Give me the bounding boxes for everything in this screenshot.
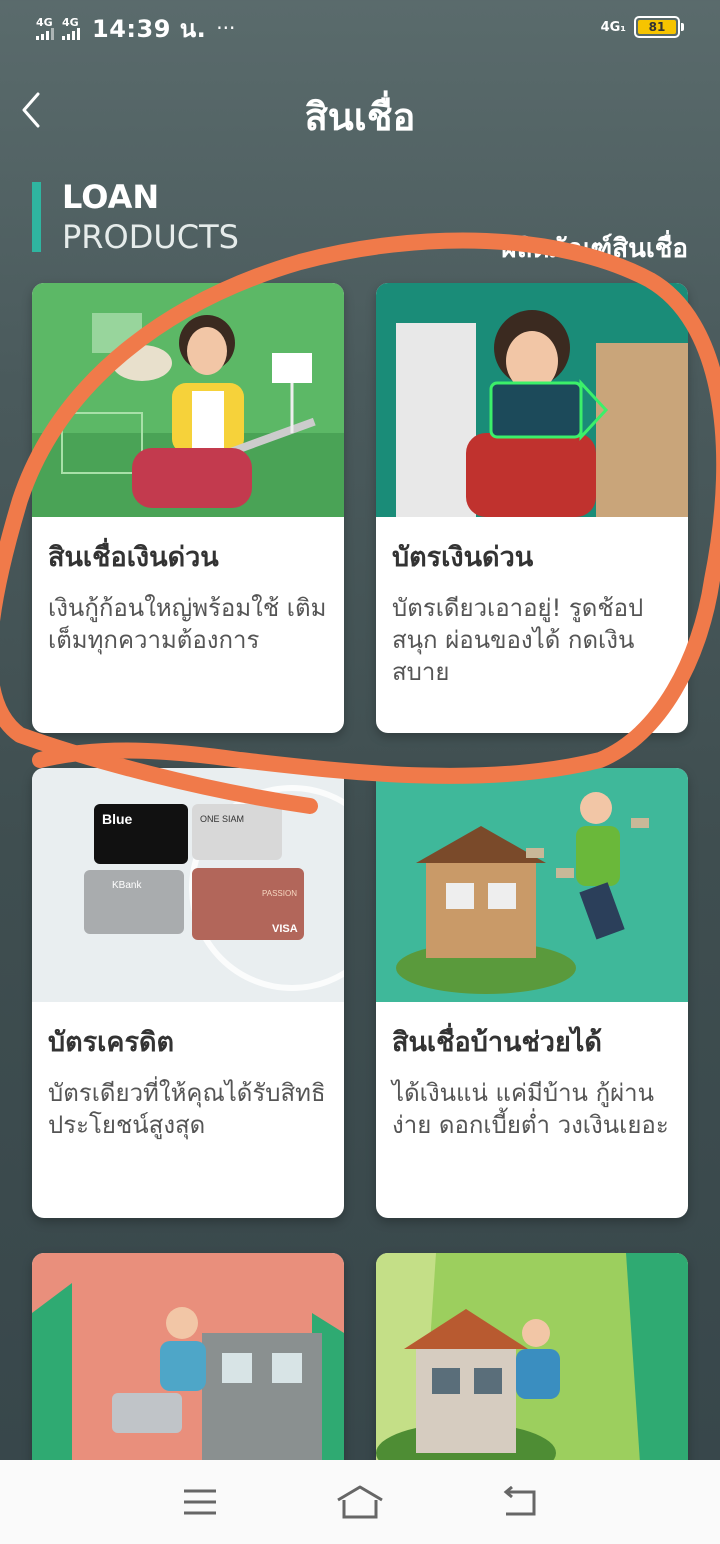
card-text: VISA	[272, 923, 298, 935]
card-title: สินเชื่อเงินด่วน	[48, 542, 219, 573]
section-accent-bar	[32, 182, 41, 252]
network-type-right: 4G₁	[600, 19, 626, 35]
card-image	[376, 768, 688, 1002]
card-description: บัตรเดียวที่ให้คุณได้รับสิทธิประโยชน์สูง…	[48, 1079, 326, 1139]
back-nav-button[interactable]	[490, 1477, 550, 1527]
system-nav-bar	[0, 1460, 720, 1544]
card-text: Blue	[102, 811, 133, 827]
home-icon	[337, 1485, 383, 1519]
card-title: บัตรเครดิต	[48, 1027, 175, 1058]
card-description: เงินกู้ก้อนใหญ่พร้อมใช้ เติมเต็มทุกความต…	[48, 594, 327, 654]
loan-card-credit-card[interactable]: Blue ONE SIAM KBank PASSION VISA บัตรเคร…	[32, 768, 344, 1218]
card-description: บัตรเดียวเอาอยู่! รูดช้อปสนุก ผ่อนของได้…	[392, 594, 644, 686]
page-title: สินเชื่อ	[304, 95, 416, 139]
battery-icon: 81	[634, 16, 684, 38]
card-image	[376, 283, 688, 517]
network-type: 4G	[36, 15, 53, 29]
card-text: ONE SIAM	[200, 814, 244, 824]
battery-level: 81	[638, 20, 676, 34]
card-description: ได้เงินแน่ แค่มีบ้าน กู้ผ่านง่าย ดอกเบี้…	[392, 1079, 669, 1139]
section-title-line1: LOAN	[62, 178, 160, 216]
loan-card-home-loan[interactable]: สินเชื่อบ้านช่วยได้ ได้เงินแน่ แค่มีบ้าน…	[376, 768, 688, 1218]
network-type: 4G	[62, 15, 79, 29]
status-bar: 4G 4G 14:39 น. ··· 4G₁ 81	[0, 0, 720, 56]
clock: 14:39 น.	[92, 14, 207, 43]
signal-icon: 4G	[36, 17, 54, 40]
card-title: บัตรเงินด่วน	[392, 542, 534, 573]
loan-card-quick-loan[interactable]: สินเชื่อเงินด่วน เงินกู้ก้อนใหญ่พร้อมใช้…	[32, 283, 344, 733]
card-text: PASSION	[262, 889, 297, 898]
section-title-line2: PRODUCTS	[62, 218, 239, 256]
menu-icon	[184, 1489, 216, 1515]
card-image: Blue ONE SIAM KBank PASSION VISA	[32, 768, 344, 1002]
card-title: สินเชื่อบ้านช่วยได้	[392, 1027, 602, 1058]
header: สินเชื่อ	[0, 70, 720, 154]
back-icon	[503, 1486, 536, 1516]
card-image	[32, 283, 344, 517]
loan-card-xpress-cash[interactable]: บัตรเงินด่วน บัตรเดียวเอาอยู่! รูดช้อปสน…	[376, 283, 688, 733]
signal-icon: 4G	[62, 17, 80, 40]
home-button[interactable]	[330, 1477, 390, 1527]
section-title-thai: ผลิตภัณฑ์สินเชื่อ	[501, 234, 688, 264]
card-text: KBank	[112, 880, 142, 891]
more-notifications-icon: ···	[216, 16, 236, 40]
menu-button[interactable]	[170, 1477, 230, 1527]
